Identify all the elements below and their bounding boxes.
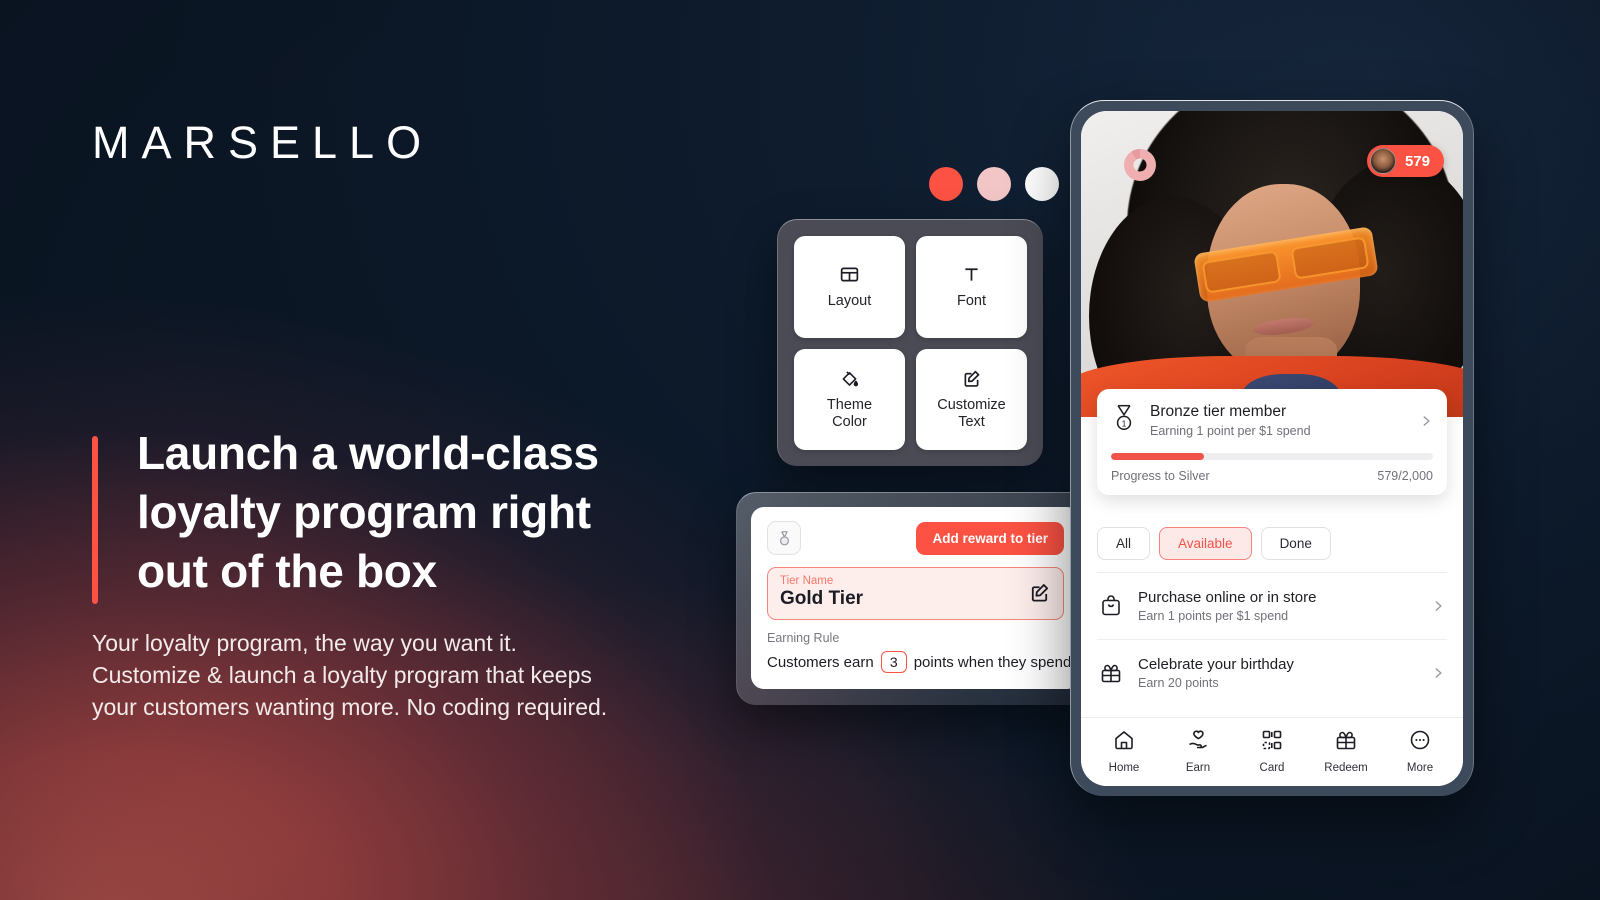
tier-status-title: Bronze tier member — [1150, 403, 1287, 420]
accent-bar — [92, 436, 98, 604]
customizer-tile-label: Customize Text — [937, 397, 1006, 431]
reward-title: Celebrate your birthday — [1138, 656, 1294, 673]
qr-code-icon — [1260, 728, 1284, 757]
chevron-right-icon — [1431, 666, 1445, 680]
nav-item-more[interactable]: More — [1383, 728, 1457, 774]
edit-square-icon — [961, 368, 982, 390]
nav-label: Earn — [1185, 762, 1211, 774]
points-badge[interactable]: 579 — [1366, 145, 1444, 177]
gift-icon — [1099, 661, 1123, 685]
reward-title: Purchase online or in store — [1138, 589, 1317, 606]
nav-item-home[interactable]: Home — [1087, 728, 1161, 774]
customizer-tile-label: Layout — [827, 292, 872, 309]
tile-label-line1: Customize — [937, 396, 1006, 413]
tier-status-row: 1 Bronze tier member Earning 1 point per… — [1111, 403, 1433, 438]
tier-status-texts: Bronze tier member Earning 1 point per $… — [1150, 403, 1406, 438]
layout-icon — [839, 264, 860, 286]
tier-editor-shell: Add reward to tier Tier Name Gold Tier E… — [736, 492, 1105, 705]
earning-rule-row: Customers earn 3 points when they spend … — [767, 651, 1105, 673]
points-input[interactable]: 3 — [880, 651, 907, 673]
chevron-right-icon — [1419, 414, 1433, 428]
swatch-coral[interactable] — [929, 167, 963, 201]
customizer-tile-layout[interactable]: Layout — [794, 236, 905, 338]
reward-filter-chips: All Available Done — [1081, 527, 1463, 560]
filter-chip-available[interactable]: Available — [1159, 527, 1252, 560]
progress-bar-fill — [1111, 453, 1205, 460]
marsello-logo: MARSELLO — [92, 117, 434, 168]
tier-name-label: Tier Name — [780, 575, 834, 587]
nav-item-redeem[interactable]: Redeem — [1309, 728, 1383, 774]
reward-subtitle: Earn 1 points per $1 spend — [1138, 609, 1289, 623]
edit-pencil-icon[interactable] — [1028, 581, 1051, 604]
left-content-column: MARSELLO Launch a world-class loyalty pr… — [92, 0, 712, 900]
nav-label: Redeem — [1324, 762, 1368, 774]
reward-texts: Purchase online or in store Earn 1 point… — [1138, 589, 1416, 623]
points-value: 579 — [1404, 152, 1430, 170]
filter-chip-all[interactable]: All — [1097, 527, 1151, 560]
reward-subtitle: Earn 20 points — [1138, 676, 1219, 690]
home-icon — [1112, 728, 1136, 757]
svg-text:1: 1 — [1122, 419, 1127, 429]
progress-value: 579/2,000 — [1377, 469, 1433, 483]
hand-heart-icon — [1186, 728, 1210, 757]
page-title: Launch a world-class loyalty program rig… — [137, 427, 599, 597]
headline-block: Launch a world-class loyalty program rig… — [92, 424, 657, 604]
chevron-right-icon — [1431, 599, 1445, 613]
nav-label: Home — [1108, 762, 1140, 774]
rule-prefix-text: Customers earn — [767, 653, 874, 671]
tier-name-field[interactable]: Tier Name Gold Tier — [767, 567, 1064, 620]
phone-screen: 579 1 Bronze tier member Earning 1 point… — [1081, 111, 1463, 786]
medal-icon — [767, 521, 801, 555]
nav-item-earn[interactable]: Earn — [1161, 728, 1235, 774]
customizer-panel: Layout Font Theme Color Customize Text — [777, 219, 1043, 466]
medal-icon: 1 — [1111, 403, 1137, 438]
tier-name-value: Gold Tier — [780, 588, 864, 609]
nav-label: Card — [1259, 762, 1285, 774]
filter-chip-done[interactable]: Done — [1260, 527, 1331, 560]
tier-status-subtitle: Earning 1 point per $1 spend — [1150, 424, 1311, 438]
color-swatch-row — [929, 167, 1059, 201]
add-reward-to-tier-button[interactable]: Add reward to tier — [916, 521, 1064, 555]
customizer-tile-label: Theme Color — [827, 397, 872, 431]
reward-texts: Celebrate your birthday Earn 20 points — [1138, 656, 1416, 690]
phone-mockup: 579 1 Bronze tier member Earning 1 point… — [1070, 100, 1474, 796]
customizer-tile-font[interactable]: Font — [916, 236, 1027, 338]
list-item[interactable]: Purchase online or in store Earn 1 point… — [1097, 572, 1447, 639]
shopping-bag-icon — [1099, 594, 1123, 618]
swatch-white[interactable] — [1025, 167, 1059, 201]
tile-label-line2: Text — [958, 413, 985, 430]
marsello-mark-icon — [1120, 145, 1160, 185]
bottom-navigation-bar: Home Earn Card Redeem More — [1081, 717, 1463, 786]
avatar — [1369, 148, 1396, 174]
nav-item-card[interactable]: Card — [1235, 728, 1309, 774]
tile-label-line2: Color — [832, 413, 867, 430]
progress-info-row: Progress to Silver 579/2,000 — [1111, 469, 1433, 483]
font-icon — [961, 264, 982, 286]
progress-label: Progress to Silver — [1111, 469, 1210, 483]
gift-icon — [1334, 728, 1358, 757]
progress-bar — [1111, 453, 1433, 460]
tier-status-card[interactable]: 1 Bronze tier member Earning 1 point per… — [1097, 389, 1447, 495]
customizer-tile-customize-text[interactable]: Customize Text — [916, 348, 1027, 450]
subcopy-text: Your loyalty program, the way you want i… — [92, 630, 608, 720]
earning-rule-label: Earning Rule — [767, 631, 840, 645]
nav-label: More — [1406, 762, 1434, 774]
paint-bucket-icon — [839, 368, 860, 390]
customizer-tile-label: Font — [956, 292, 986, 309]
rule-middle-text: points when they spend — [913, 653, 1072, 671]
hero-image-section: 579 — [1081, 111, 1463, 417]
tile-label-line1: Theme — [826, 396, 873, 413]
list-item[interactable]: Celebrate your birthday Earn 20 points — [1097, 639, 1447, 706]
tier-editor-header: Add reward to tier — [767, 521, 1064, 555]
more-ellipsis-icon — [1408, 728, 1432, 757]
reward-list: Purchase online or in store Earn 1 point… — [1081, 572, 1463, 717]
tier-name-texts: Tier Name Gold Tier — [780, 575, 863, 610]
swatch-pink[interactable] — [977, 167, 1011, 201]
customizer-tile-theme-color[interactable]: Theme Color — [794, 348, 905, 450]
tier-editor-card: Add reward to tier Tier Name Gold Tier E… — [751, 507, 1105, 689]
